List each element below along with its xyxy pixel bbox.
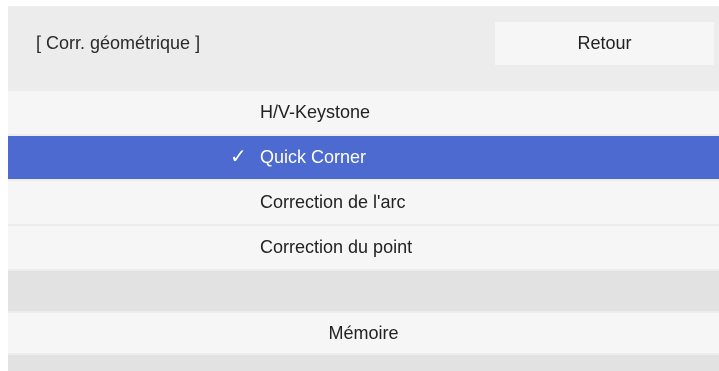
back-button[interactable]: Retour xyxy=(495,22,714,65)
menu-item-arc-correction[interactable]: Correction de l'arc xyxy=(8,181,719,224)
panel-title: [ Corr. géométrique ] xyxy=(36,33,201,53)
correction-menu: H/V-Keystone ✓ Quick Corner Correction d… xyxy=(8,91,719,371)
geometric-correction-panel: [ Corr. géométrique ] Retour H/V-Keyston… xyxy=(8,6,719,371)
menu-item-label: H/V-Keystone xyxy=(260,102,371,122)
menu-item-hv-keystone[interactable]: H/V-Keystone xyxy=(8,91,719,134)
menu-item-label: Quick Corner xyxy=(260,147,367,167)
memory-button[interactable]: Mémoire xyxy=(8,313,719,353)
menu-item-quick-corner[interactable]: ✓ Quick Corner xyxy=(8,136,719,179)
empty-row xyxy=(8,271,719,311)
empty-row xyxy=(8,355,719,371)
menu-item-label: Correction du point xyxy=(260,237,413,257)
menu-item-label: Correction de l'arc xyxy=(260,192,406,212)
check-icon: ✓ xyxy=(230,146,247,168)
menu-item-point-correction[interactable]: Correction du point xyxy=(8,226,719,269)
